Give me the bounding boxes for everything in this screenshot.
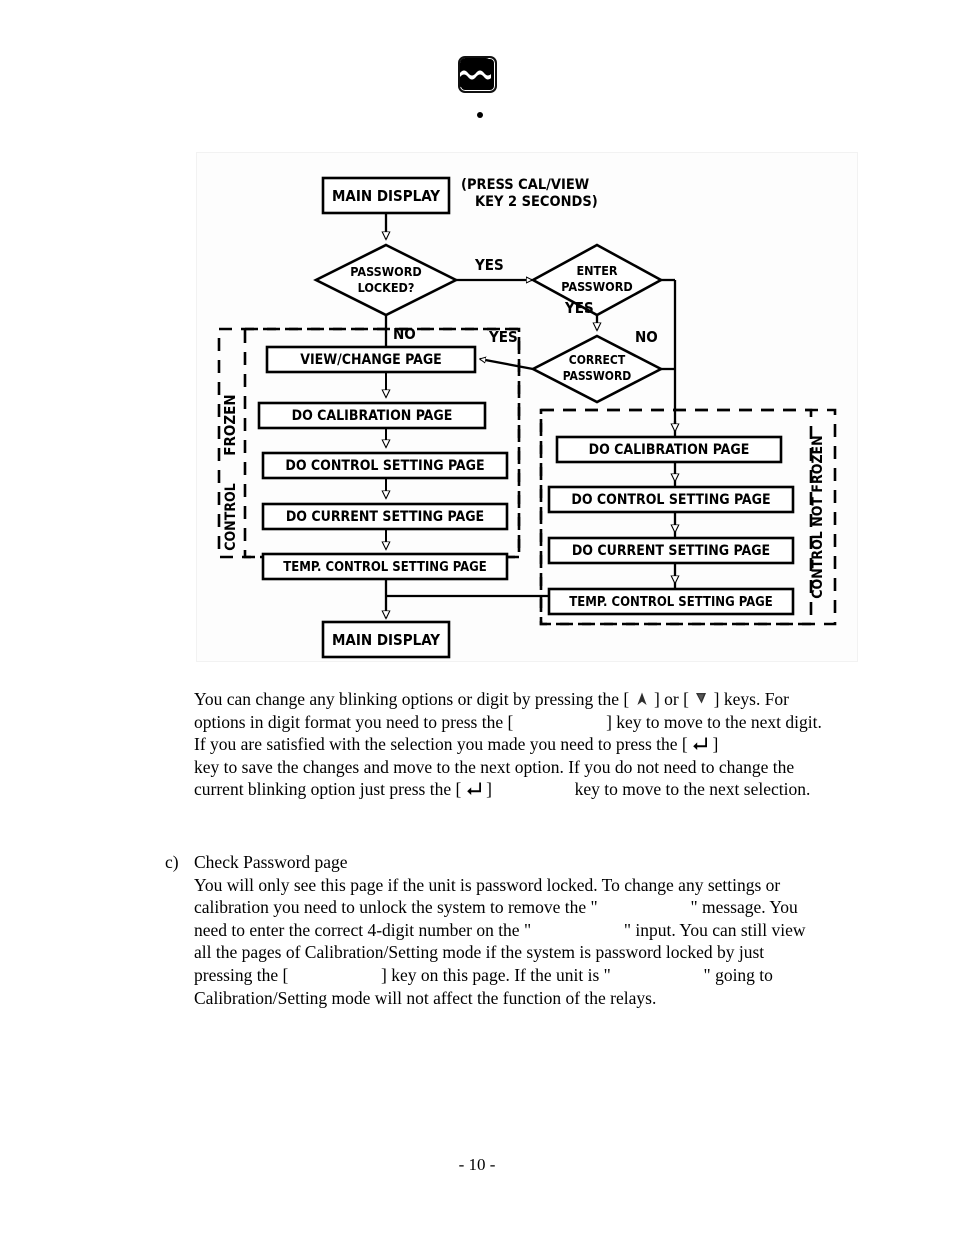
note-press-calview-line2: KEY 2 SECONDS) xyxy=(475,194,598,210)
edge-label-yes-enter-password: YES xyxy=(564,299,594,317)
node-password-locked-line2: LOCKED? xyxy=(358,280,415,295)
item-c-text-4: ] key on this page. If the unit is " xyxy=(381,964,611,985)
list-item-c-body: Check Password page You will only see th… xyxy=(194,851,825,1009)
enter-key-icon-1 xyxy=(692,736,708,752)
node-do-calibration-page-left: DO CALIBRATION PAGE xyxy=(292,408,453,424)
keys-text-2: ] or [ xyxy=(653,689,689,709)
keys-text-5: ] xyxy=(712,734,719,755)
wave-logo-icon xyxy=(457,56,497,93)
down-arrow-key-icon xyxy=(693,691,709,707)
list-item-c-title: Check Password page xyxy=(194,852,348,872)
note-press-calview-line1: (PRESS CAL/VIEW xyxy=(461,177,589,193)
keys-text-1: You can change any blinking options or d… xyxy=(194,689,630,709)
list-item-c: c) Check Password page You will only see… xyxy=(165,851,825,1009)
edge-label-no-correct-password: NO xyxy=(635,328,658,346)
node-do-control-setting-page-right: DO CONTROL SETTING PAGE xyxy=(571,492,770,508)
keys-paragraph: You can change any blinking options or d… xyxy=(194,688,826,801)
node-correct-password-line2: PASSWORD xyxy=(563,369,632,383)
group-label-control: CONTROL xyxy=(223,483,239,551)
flowchart-figure: MAIN DISPLAY (PRESS CAL/VIEW KEY 2 SECON… xyxy=(196,152,858,662)
node-password-locked-line1: PASSWORD xyxy=(350,264,421,279)
node-main-display-bottom: MAIN DISPLAY xyxy=(332,631,440,649)
keys-text-7: ] xyxy=(486,779,492,800)
edge-label-no-password-locked: NO xyxy=(393,325,416,343)
node-temp-control-setting-page-left: TEMP. CONTROL SETTING PAGE xyxy=(283,560,487,575)
edge-label-yes-correct-password: YES xyxy=(488,328,518,346)
page-header xyxy=(0,56,954,93)
node-do-current-setting-page-left: DO CURRENT SETTING PAGE xyxy=(286,509,484,525)
keys-text-8: key to move to the next selection. xyxy=(574,779,811,800)
section-bullet xyxy=(0,112,954,118)
node-enter-password-line2: PASSWORD xyxy=(561,279,632,294)
page-number: - 10 - xyxy=(458,1155,496,1174)
group-label-control-not-frozen: CONTROL NOT FROZEN xyxy=(810,435,826,598)
node-enter-password-line1: ENTER xyxy=(576,263,617,278)
enter-key-icon-2 xyxy=(466,781,482,797)
list-marker-c: c) xyxy=(165,852,179,872)
node-do-calibration-page-right: DO CALIBRATION PAGE xyxy=(589,442,750,458)
node-temp-control-setting-page-right: TEMP. CONTROL SETTING PAGE xyxy=(569,595,773,610)
node-do-current-setting-page-right: DO CURRENT SETTING PAGE xyxy=(572,543,770,559)
group-label-frozen: FROZEN xyxy=(221,394,239,455)
flowchart-canvas: MAIN DISPLAY (PRESS CAL/VIEW KEY 2 SECON… xyxy=(197,153,857,661)
node-main-display-top: MAIN DISPLAY xyxy=(332,187,440,205)
up-arrow-key-icon xyxy=(634,691,650,707)
node-view-change-page: VIEW/CHANGE PAGE xyxy=(300,352,442,368)
edge-label-yes-password-locked: YES xyxy=(474,256,504,274)
node-correct-password-line1: CORRECT xyxy=(569,353,626,367)
node-do-control-setting-page-left: DO CONTROL SETTING PAGE xyxy=(285,458,484,474)
bullet-dot-icon xyxy=(477,112,483,118)
